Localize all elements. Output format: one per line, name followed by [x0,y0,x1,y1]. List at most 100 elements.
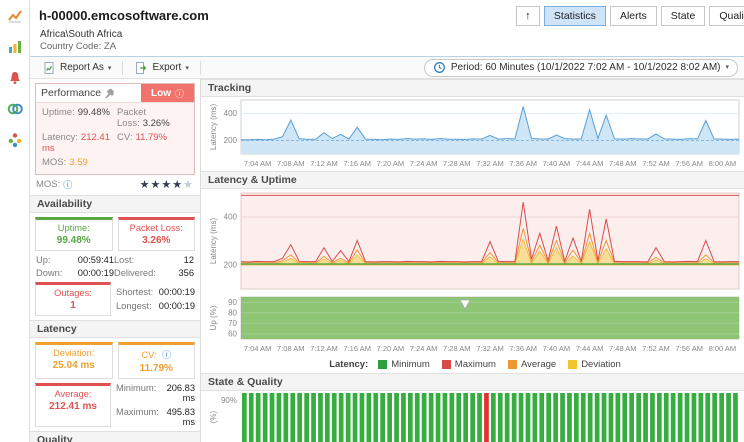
svg-text:200: 200 [224,261,238,270]
svg-text:7:24 AM: 7:24 AM [410,159,438,168]
perf-uptime: Uptime: 99.48% [42,107,110,118]
perf-latency: Latency: 212.41 ms [42,132,110,154]
packet-loss-tile: Packet Loss: 3.26% [117,217,195,251]
svg-text:60: 60 [228,329,237,338]
mos-stars: ★★★★★ [140,178,194,191]
summary-panel: Performance Low ⓘ Uptime: 99.48% Packet L… [30,79,201,442]
legend-item: Maximum [441,359,496,370]
svg-text:7:40 AM: 7:40 AM [543,159,571,168]
svg-text:7:36 AM: 7:36 AM [509,159,537,168]
tab-alerts[interactable]: Alerts [609,5,657,26]
svg-text:7:16 AM: 7:16 AM [343,344,371,353]
rail-statistics-icon[interactable] [6,7,24,25]
performance-card-header: Performance Low ⓘ [36,84,194,103]
star-icon: ★ [139,179,151,191]
status-badge-label: Low [150,87,171,99]
info-icon: ⓘ [162,350,172,360]
line-chart-icon [7,10,22,23]
svg-text:400: 400 [224,213,238,222]
svg-text:7:24 AM: 7:24 AM [410,344,438,353]
page-title: h-00000.emcosoftware.com [39,8,209,23]
up-arrow-icon: ↑ [525,9,531,22]
export-icon [136,61,147,74]
latency-legend: Latency: Minimum Maximum Average Deviation [207,355,743,373]
mos-label: MOS: [36,179,61,190]
perf-cv: CV: 11.79% [117,132,167,143]
legend-swatch [378,359,388,369]
svg-text:90%: 90% [221,396,237,405]
svg-text:7:44 AM: 7:44 AM [576,344,604,353]
content: Performance Low ⓘ Uptime: 99.48% Packet L… [30,79,744,442]
rail-state-icon[interactable] [6,100,24,118]
star-icon: ★ [172,179,184,191]
toolbar-separator [199,60,201,75]
chevron-down-icon: ▾ [185,64,189,72]
svg-text:90: 90 [228,298,237,307]
report-icon [44,61,54,74]
quality-section-header: Quality [30,431,200,442]
toolbar-separator [122,60,124,75]
export-button[interactable]: Export ▾ [128,58,194,78]
pin-icon[interactable] [105,88,115,98]
svg-text:7:20 AM: 7:20 AM [377,159,405,168]
clock-icon [433,61,445,73]
chevron-down-icon: ▾ [107,64,112,72]
svg-text:200: 200 [224,136,238,145]
legend-swatch [441,359,451,369]
svg-text:7:16 AM: 7:16 AM [343,159,371,168]
rail-quality-icon[interactable] [6,131,24,149]
legend-item: Deviation [568,359,621,370]
export-label: Export [152,62,182,73]
tracking-section-header: Tracking [201,79,744,97]
star-icon: ★ [161,179,173,191]
state-quality-section-header: State & Quality [201,373,744,391]
svg-text:80: 80 [228,308,237,317]
legend-item: Average [507,359,556,370]
tab-quality[interactable]: Quality [709,5,744,26]
average-row: Average: 212.41 ms Minimum: 206.83 ms Max… [35,383,195,427]
svg-text:7:04 AM: 7:04 AM [244,344,272,353]
svg-text:70: 70 [228,319,237,328]
svg-text:7:08 AM: 7:08 AM [277,344,305,353]
bell-icon [9,72,20,84]
performance-card: Performance Low ⓘ Uptime: 99.48% Packet L… [35,83,195,175]
legend-title: Latency: [329,358,369,370]
svg-text:400: 400 [224,109,238,118]
state-quality-chart: 90%(%) [209,393,738,442]
svg-text:7:48 AM: 7:48 AM [609,159,637,168]
region-label: Africa\South Africa [40,29,123,40]
svg-text:Latency (ms): Latency (ms) [209,104,218,151]
tab-statistics[interactable]: Statistics [543,5,606,26]
host-header: h-00000.emcosoftware.com ↑ Statistics Al… [30,0,744,29]
tab-state[interactable]: State [660,5,706,26]
info-icon: ⓘ [174,88,184,99]
report-as-label: Report As [60,62,104,73]
svg-text:7:56 AM: 7:56 AM [675,344,703,353]
svg-text:7:32 AM: 7:32 AM [476,159,504,168]
svg-text:7:08 AM: 7:08 AM [277,159,305,168]
latency-uptime-section-header: Latency & Uptime [201,171,744,189]
report-as-button[interactable]: Report As ▾ [36,58,117,78]
perf-mos: MOS: 3.59 [42,157,88,168]
rail-bars-icon[interactable] [6,38,24,56]
performance-status-badge[interactable]: Low ⓘ [140,84,194,102]
latency-tiles: Deviation: 25.04 ms CV: ⓘ 11.79% [35,342,195,379]
latency-uptime-chart: 200 400 Latency (ms) [209,192,740,290]
star-icon: ★ [183,179,194,191]
rail-alerts-icon[interactable] [6,69,24,87]
period-selector[interactable]: Period: 60 Minutes (10/1/2022 7:02 AM - … [423,58,738,77]
svg-text:7:56 AM: 7:56 AM [675,159,703,168]
svg-text:7:44 AM: 7:44 AM [576,159,604,168]
perf-packet-loss: Packet Loss: 3.26% [117,107,170,129]
svg-text:7:28 AM: 7:28 AM [443,344,471,353]
performance-title: Performance [41,87,102,99]
svg-text:Up (%): Up (%) [209,305,218,330]
icon-rail [0,0,30,442]
svg-text:7:48 AM: 7:48 AM [609,344,637,353]
latency-section-header: Latency [30,320,200,338]
svg-text:7:04 AM: 7:04 AM [244,159,272,168]
charts-area: Tracking 200 400 7:04 AM 7:08 AM 7:12 AM 7:16… [201,79,744,442]
availability-section-header: Availability [30,195,200,213]
collapse-panel-button[interactable]: ↑ [515,5,540,26]
average-latency-tile: Average: 212.41 ms [35,383,111,427]
